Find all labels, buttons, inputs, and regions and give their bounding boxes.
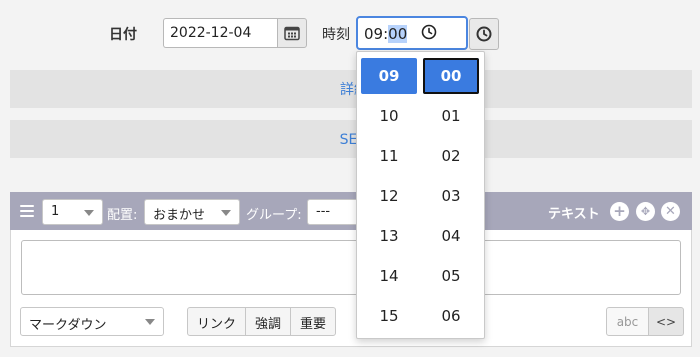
block-text-area[interactable] <box>21 240 681 295</box>
group-value: --- <box>316 204 331 219</box>
minute-option[interactable]: 02 <box>421 136 481 176</box>
time-picker-button[interactable] <box>469 18 499 50</box>
clock-icon[interactable] <box>419 22 439 42</box>
seo-settings-bar[interactable]: SEO設 <box>10 120 692 158</box>
code-mode-button[interactable]: <> <box>648 307 684 336</box>
link-button[interactable]: リンク <box>187 307 247 336</box>
chevron-down-icon <box>84 210 94 216</box>
hour-option[interactable]: 12 <box>359 176 419 216</box>
close-icon[interactable]: ✕ <box>661 202 680 221</box>
hour-option[interactable]: 14 <box>359 256 419 296</box>
format-select[interactable]: マークダウン <box>20 307 164 336</box>
placement-select[interactable]: おまかせ <box>144 199 240 225</box>
format-value: マークダウン <box>29 318 107 333</box>
format-button-group: リンク 強調 重要 <box>187 307 337 336</box>
date-input[interactable]: 2022-12-04 <box>163 18 278 48</box>
hour-option[interactable]: 10 <box>359 96 419 136</box>
group-label: グループ: <box>246 208 302 223</box>
placement-value: おまかせ <box>153 208 206 223</box>
time-minute: 00 <box>388 25 408 43</box>
calendar-icon <box>284 26 300 41</box>
time-picker-dropdown: 09 10 11 12 13 14 15 00 01 02 03 04 05 0… <box>356 51 485 339</box>
minute-option[interactable]: 00 <box>423 58 479 94</box>
hour-column: 09 10 11 12 13 14 15 <box>359 56 419 336</box>
plus-icon[interactable]: + <box>610 202 629 221</box>
strong-button[interactable]: 強調 <box>245 307 292 336</box>
group-select[interactable]: --- <box>307 199 359 225</box>
calendar-button[interactable] <box>277 18 307 48</box>
abc-mode-button[interactable]: abc <box>606 307 649 336</box>
hour-option[interactable]: 09 <box>361 58 417 94</box>
clock-icon <box>476 26 492 42</box>
minute-option[interactable]: 04 <box>421 216 481 256</box>
date-label: 日付 <box>109 27 137 43</box>
hour-option[interactable]: 11 <box>359 136 419 176</box>
chevron-down-icon <box>221 210 231 216</box>
hour-option[interactable]: 15 <box>359 296 419 336</box>
order-value: 1 <box>51 204 60 219</box>
detail-settings-bar[interactable]: 詳細設 <box>10 70 692 108</box>
mode-toggle-group: abc <> <box>606 307 684 336</box>
placement-label: 配置: <box>107 208 138 223</box>
minute-option[interactable]: 03 <box>421 176 481 216</box>
time-label: 時刻 <box>322 27 350 43</box>
time-input[interactable]: 09:00 <box>356 16 468 50</box>
order-select[interactable]: 1 <box>42 199 103 225</box>
minute-option[interactable]: 01 <box>421 96 481 136</box>
minute-column: 00 01 02 03 04 05 06 <box>421 56 481 336</box>
minute-option[interactable]: 06 <box>421 296 481 336</box>
minute-option[interactable]: 05 <box>421 256 481 296</box>
move-icon[interactable]: ✥ <box>636 202 655 221</box>
chevron-down-icon <box>145 319 155 325</box>
block-type-label: テキスト <box>548 207 600 222</box>
drag-handle-icon[interactable] <box>20 205 34 217</box>
important-button[interactable]: 重要 <box>290 307 337 336</box>
time-hour: 09 <box>364 25 384 43</box>
hour-option[interactable]: 13 <box>359 216 419 256</box>
